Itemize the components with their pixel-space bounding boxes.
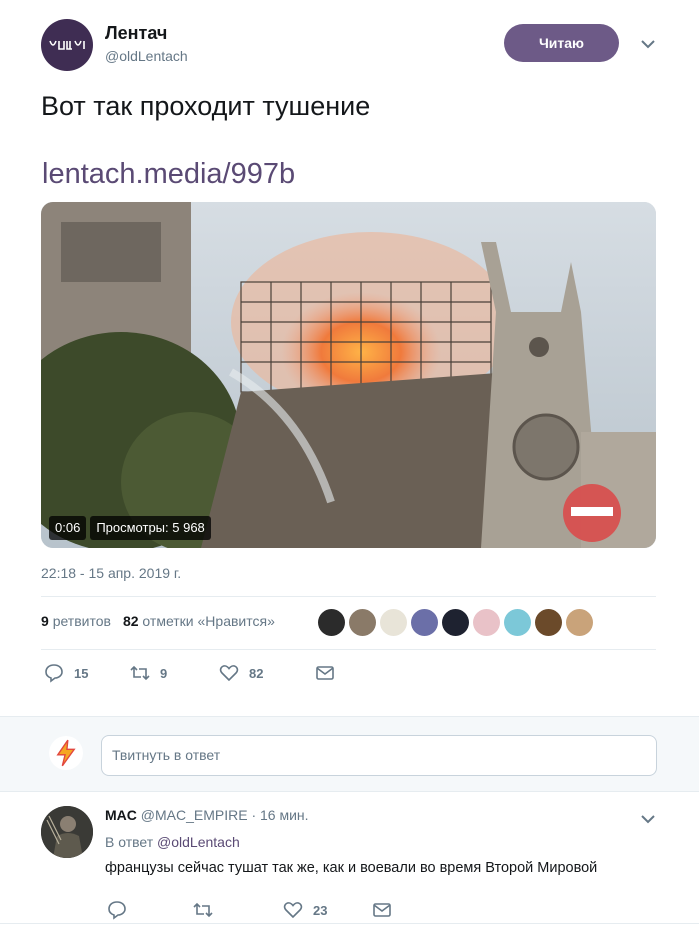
tweet-timestamp[interactable]: 22:18 - 15 апр. 2019 г.: [41, 565, 181, 581]
like-button[interactable]: 82: [219, 663, 315, 683]
comment-time[interactable]: · 16 мин.: [251, 807, 308, 823]
liker-avatar[interactable]: [442, 609, 469, 636]
divider: [0, 923, 699, 924]
like-button[interactable]: 23: [283, 900, 372, 920]
divider: [41, 649, 656, 650]
retweet-stat[interactable]: 9 ретвитов: [41, 613, 111, 629]
tweet-actions: 15 9 82: [44, 663, 335, 683]
reply-composer: Твитнуть в ответ: [0, 716, 699, 792]
comment-text: французы сейчас тушат так же, как и воев…: [105, 860, 598, 876]
direct-message-button[interactable]: [315, 663, 335, 683]
author-handle[interactable]: @oldLentach: [105, 48, 188, 64]
liker-avatar[interactable]: [318, 609, 345, 636]
retweet-button[interactable]: [193, 900, 283, 920]
tweet-text: Вот так проходит тушение: [41, 91, 371, 121]
heart-icon: [219, 665, 239, 682]
comment-header: MAC @MAC_EMPIRE · 16 мин.: [105, 807, 309, 823]
liker-avatar[interactable]: [535, 609, 562, 636]
liker-avatar[interactable]: [566, 609, 593, 636]
liker-avatar[interactable]: [349, 609, 376, 636]
liker-avatar[interactable]: [504, 609, 531, 636]
commenter-avatar-image: [41, 806, 93, 858]
video-duration: 0:06: [49, 516, 87, 540]
envelope-icon: [316, 666, 334, 680]
envelope-icon: [373, 903, 391, 917]
commenter-avatar[interactable]: [41, 806, 93, 858]
reply-to-link[interactable]: @oldLentach: [157, 834, 240, 850]
reply-context: В ответ @oldLentach: [105, 834, 240, 850]
user-avatar: [49, 736, 83, 770]
divider: [41, 596, 656, 597]
retweet-icon: [193, 902, 213, 918]
reply-button[interactable]: 15: [44, 663, 130, 683]
author-avatar[interactable]: [41, 19, 93, 71]
lentach-logo-icon: [49, 40, 85, 50]
liker-avatar[interactable]: [473, 609, 500, 636]
reply-icon: [45, 664, 63, 683]
video-player[interactable]: [41, 202, 656, 548]
like-stat[interactable]: 82 отметки «Нравится»: [123, 613, 275, 629]
video-meta: 0:06 Просмотры: 5 968: [49, 516, 211, 540]
direct-message-button[interactable]: [372, 900, 392, 920]
tweet-link[interactable]: lentach.media/997b: [42, 157, 295, 191]
main-tweet: Лентач @oldLentach Читаю Вот так проходи…: [0, 0, 699, 716]
heart-icon: [283, 902, 303, 919]
comment-actions: 23: [107, 900, 392, 920]
liker-avatar[interactable]: [380, 609, 407, 636]
chevron-down-icon[interactable]: [638, 811, 658, 827]
reply-button[interactable]: [107, 900, 193, 920]
chevron-down-icon[interactable]: [638, 36, 658, 52]
following-button[interactable]: Читаю: [504, 24, 619, 62]
commenter-name[interactable]: MAC: [105, 807, 137, 823]
retweet-icon: [130, 665, 150, 681]
retweet-button[interactable]: 9: [130, 663, 219, 683]
liker-avatar[interactable]: [411, 609, 438, 636]
video-thumbnail: [41, 202, 656, 548]
reply-input[interactable]: Твитнуть в ответ: [101, 735, 657, 776]
video-views: Просмотры: 5 968: [90, 516, 211, 540]
tweet-stats: 9 ретвитов 82 отметки «Нравится»: [41, 613, 275, 629]
commenter-handle[interactable]: @MAC_EMPIRE: [141, 807, 248, 823]
author-name[interactable]: Лентач: [105, 23, 167, 44]
liker-avatars: [318, 609, 593, 636]
reply-icon: [108, 901, 126, 920]
lightning-bolt-icon: [56, 739, 76, 767]
